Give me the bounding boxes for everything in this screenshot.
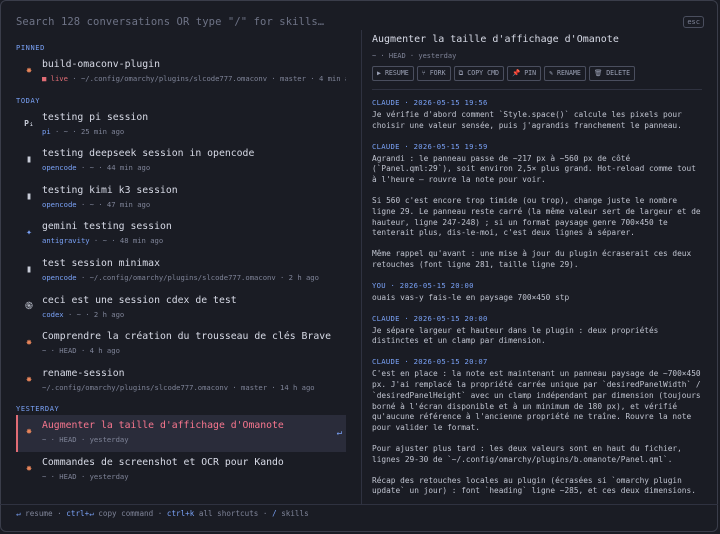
item-meta: ~ · HEAD · 4 h ago (42, 346, 120, 356)
item-title: ceci est une session cdex de test (42, 294, 237, 306)
item-meta: opencode · ~/.config/omarchy/plugins/slc… (42, 272, 319, 282)
opencode-icon: ▮ (25, 190, 33, 202)
claude-icon: ✸ (25, 462, 33, 474)
item-title: testing pi session (42, 111, 149, 123)
message-header: CLAUDE · 2026-05-15 20:07 (372, 357, 488, 367)
item-meta: opencode · ~ · 44 min ago (42, 163, 151, 173)
rename-button[interactable]: ✎ RENAME (544, 66, 586, 81)
message: CLAUDE · 2026-05-15 19:59 Agrandi : le p… (372, 142, 702, 271)
message: YOU · 2026-05-15 20:00 ouais vas-y fais-… (372, 281, 702, 304)
item-meta: ■ live · ~/.config/omarchy/plugins/slcod… (42, 74, 346, 83)
message-header: CLAUDE · 2026-05-15 19:59 (372, 141, 488, 151)
pi-icon: Pᵢ (24, 118, 34, 128)
message: CLAUDE · 2026-05-15 19:56 Je vérifie d'a… (372, 98, 702, 132)
skills-hint: skills (276, 509, 309, 518)
message-text: Je vérifie d'abord comment `Style.space(… (372, 110, 687, 130)
search-input[interactable]: Search 128 conversations OR type "/" for… (16, 16, 324, 28)
list-item[interactable]: ✦ gemini testing session antigravity · ~… (18, 216, 346, 253)
claude-icon: ✸ (25, 426, 33, 438)
message: CLAUDE · 2026-05-15 20:07 C'est en place… (372, 357, 702, 497)
message-text: C'est en place : la note est maintenant … (372, 369, 701, 433)
item-meta: ~ · HEAD · yesterday (42, 471, 129, 481)
message-header: CLAUDE · 2026-05-15 20:00 (372, 313, 488, 323)
copy-cmd-button[interactable]: ⧉ COPY CMD (453, 66, 505, 81)
copy-key: ctrl+↵ (66, 509, 94, 518)
detail-pane: Augmenter la taille d'affichage d'Omanot… (372, 30, 702, 504)
codex-icon: ֍ (24, 300, 34, 312)
item-meta: opencode · ~ · 47 min ago (42, 199, 151, 209)
item-title: Commandes de screenshot et OCR pour Kand… (42, 456, 284, 468)
item-title: testing kimi k3 session (42, 184, 178, 196)
claude-icon: ✸ (25, 373, 33, 385)
message-header: CLAUDE · 2026-05-15 19:56 (372, 98, 488, 107)
message-text: Agrandi : le panneau passe de ~217 px à … (372, 153, 701, 185)
action-bar: ▶ RESUME ⑂ FORK ⧉ COPY CMD 📌 PIN ✎ RENAM… (372, 66, 702, 81)
section-pinned: PINNED (16, 44, 45, 52)
detail-separator (372, 89, 702, 90)
footer-separator (0, 504, 718, 505)
item-meta: ~ · HEAD · yesterday (42, 435, 129, 445)
item-title: Augmenter la taille d'affichage d'Omanot… (42, 420, 284, 432)
all-shortcuts-hint: all shortcuts · (194, 509, 273, 518)
message-header: YOU · 2026-05-15 20:00 (372, 280, 474, 290)
pin-button[interactable]: 📌 PIN (507, 66, 542, 81)
detail-meta: ~ · HEAD · yesterday (372, 52, 457, 60)
delete-button[interactable]: 🗑 DELETE (588, 66, 636, 81)
item-meta: pi · ~ · 25 min ago (42, 126, 125, 136)
list-item[interactable]: ▮ testing kimi k3 session opencode · ~ ·… (18, 180, 346, 217)
list-item-selected[interactable]: ✸ Augmenter la taille d'affichage d'Oman… (16, 415, 346, 452)
section-yesterday: YESTERDAY (16, 405, 60, 414)
pane-divider (361, 30, 362, 504)
antigravity-icon: ✦ (25, 227, 33, 239)
opencode-icon: ▮ (25, 263, 33, 275)
detail-title: Augmenter la taille d'affichage d'Omanot… (372, 34, 619, 45)
item-title: gemini testing session (42, 221, 172, 233)
message-text: Pour ajuster plus tard : les deux valeur… (372, 443, 687, 464)
list-item[interactable]: ✸ Commandes de screenshot et OCR pour Ka… (18, 452, 346, 489)
list-item[interactable]: ✸ build-omaconv-plugin ■ live · ~/.confi… (18, 54, 346, 91)
fork-button[interactable]: ⑂ FORK (416, 66, 451, 81)
esc-key-hint[interactable]: esc (683, 16, 704, 28)
item-title: test session minimax (42, 257, 160, 269)
item-meta: ~/.config/omarchy/plugins/slcode777.omac… (42, 382, 315, 392)
message-text: ouais vas-y fais-le en paysage 700×450 s… (372, 292, 570, 302)
list-item[interactable]: ▮ test session minimax opencode · ~/.con… (18, 253, 346, 290)
list-item[interactable]: Pᵢ testing pi session pi · ~ · 25 min ag… (18, 107, 346, 144)
list-item[interactable]: ▮ testing deepseek session in opencode o… (18, 143, 346, 180)
message: CLAUDE · 2026-05-15 20:00 Je sépare larg… (372, 314, 702, 348)
opencode-icon: ▮ (25, 154, 33, 166)
claude-icon: ✸ (25, 65, 33, 76)
all-shortcuts-key: ctrl+k (166, 509, 195, 518)
message-text: Récap des retouches locales au plugin (é… (372, 475, 696, 496)
item-title: testing deepseek session in opencode (42, 148, 255, 160)
item-title: build-omaconv-plugin (42, 59, 160, 70)
message-list: CLAUDE · 2026-05-15 19:56 Je vérifie d'a… (372, 98, 702, 497)
enter-icon: ↵ (336, 428, 342, 439)
conversation-list: PINNED ✸ build-omaconv-plugin ■ live · ~… (16, 38, 346, 506)
shortcut-bar: ↵ resume · ctrl+↵ copy command · ctrl+k … (16, 509, 309, 518)
resume-hint: resume · (20, 509, 67, 518)
section-today: TODAY (16, 96, 41, 105)
resume-button[interactable]: ▶ RESUME (372, 66, 414, 81)
list-item[interactable]: ✸ Comprendre la création du trousseau de… (18, 326, 346, 363)
message-text: Même rappel qu'avant : une mise à jour d… (372, 249, 696, 269)
message-text: Je sépare largeur et hauteur dans le plu… (372, 325, 664, 346)
item-title: Comprendre la création du trousseau de c… (42, 331, 332, 343)
item-meta: codex · ~ · 2 h ago (42, 309, 125, 319)
message-text: Si 560 c'est encore trop timide (ou trop… (372, 195, 701, 238)
copy-hint: copy command · (93, 509, 167, 518)
list-item[interactable]: ֍ ceci est une session cdex de test code… (18, 290, 346, 327)
list-item[interactable]: ✸ rename-session ~/.config/omarchy/plugi… (18, 363, 346, 400)
item-title: rename-session (42, 367, 125, 379)
claude-icon: ✸ (25, 337, 33, 349)
item-meta: antigravity · ~ · 48 min ago (42, 236, 164, 246)
